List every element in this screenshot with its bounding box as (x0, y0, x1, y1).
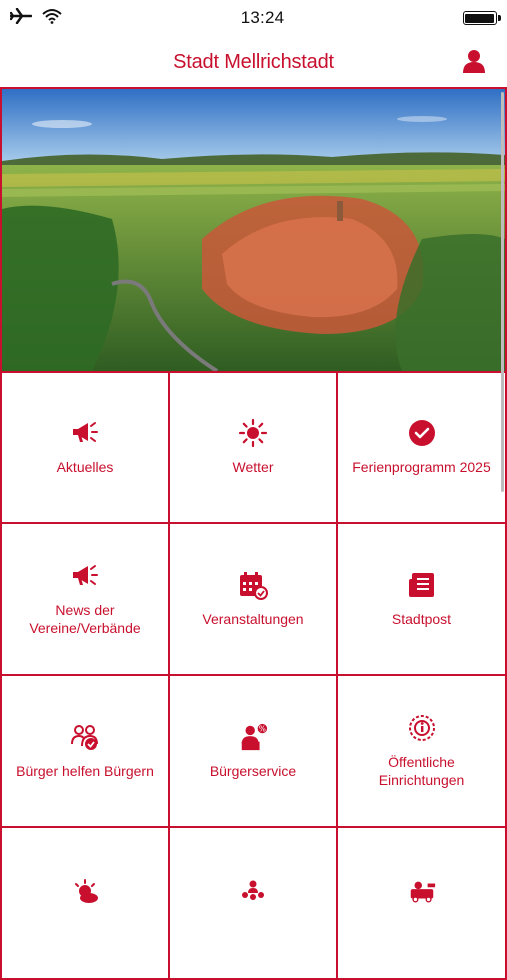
newspaper-icon (407, 570, 437, 600)
tile-news-vereine[interactable]: News der Vereine/Verbände (0, 524, 170, 676)
svg-text:%: % (259, 724, 266, 733)
tile-oeffentliche-einrichtungen[interactable]: Öffentliche Einrichtungen (338, 676, 507, 828)
tile-label: Bürger helfen Bürgern (16, 763, 154, 779)
megaphone-icon (70, 418, 100, 448)
sun-icon (238, 418, 268, 448)
service-desk-icon: % (238, 722, 268, 752)
profile-button[interactable] (461, 48, 487, 74)
info-badge-icon (407, 713, 437, 743)
people-group-icon (238, 876, 268, 906)
wifi-icon (42, 8, 62, 29)
tile-label: Öffentliche Einrichtungen (378, 754, 465, 788)
community-help-icon (70, 722, 100, 752)
tile-aktuelles[interactable]: Aktuelles (0, 372, 170, 524)
tile-ferienprogramm[interactable]: Ferienprogramm 2025 (338, 372, 507, 524)
tile-buerger-helfen[interactable]: Bürger helfen Bürgern (0, 676, 170, 828)
tile-veranstaltungen[interactable]: Veranstaltungen (170, 524, 338, 676)
battery-icon (462, 11, 501, 25)
tile-wetter[interactable]: Wetter (170, 372, 338, 524)
page-title: Stadt Mellrichstadt (173, 50, 334, 73)
megaphone-icon (70, 561, 100, 591)
menu-grid: Aktuelles Wetter Ferienprogramm 2025 New… (0, 372, 507, 980)
tile-label: News der Vereine/Verbände (29, 602, 141, 636)
calendar-check-icon (238, 570, 268, 600)
check-circle-icon (407, 418, 437, 448)
fire-truck-icon (407, 876, 437, 906)
tile-label: Wetter (232, 459, 274, 475)
hero-image (0, 87, 507, 373)
status-left (9, 7, 62, 29)
tile-label: Stadtpost (391, 611, 452, 627)
tile-label: Bürgerservice (209, 763, 297, 779)
tile-label: Ferienprogramm 2025 (352, 459, 491, 475)
tile-stadtpost[interactable]: Stadtpost (338, 524, 507, 676)
status-bar: 13:24 (0, 0, 507, 36)
nav-bar: Stadt Mellrichstadt (0, 36, 507, 88)
tile-partial-2[interactable] (170, 828, 338, 980)
user-icon (463, 50, 485, 73)
weather-cloud-sun-icon (70, 876, 100, 906)
tile-label: Veranstaltungen (202, 611, 304, 627)
airplane-icon (9, 7, 33, 29)
status-time: 13:24 (240, 8, 285, 27)
tile-partial-3[interactable] (338, 828, 507, 980)
tile-label: Aktuelles (56, 459, 114, 475)
tile-partial-1[interactable] (0, 828, 170, 980)
tile-buergerservice[interactable]: % Bürgerservice (170, 676, 338, 828)
